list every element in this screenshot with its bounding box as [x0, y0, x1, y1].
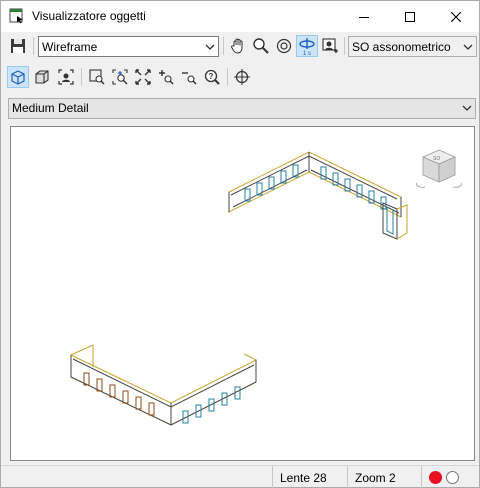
white-status-indicator[interactable] — [446, 471, 459, 484]
minimize-button[interactable] — [341, 1, 387, 32]
close-button[interactable] — [433, 1, 479, 32]
zoom-out-icon — [182, 72, 197, 85]
zoom-help-icon: ? — [204, 69, 220, 85]
status-bar: Lente 28 Zoom 2 — [1, 465, 479, 488]
maximize-button[interactable] — [387, 1, 433, 32]
pan-button[interactable] — [227, 35, 249, 57]
zoom-value: Zoom 2 — [355, 471, 396, 485]
capture-icon — [58, 69, 74, 85]
object-viewer-window: Visualizzatore oggetti Wireframe 1 s SO … — [0, 0, 480, 488]
detail-level-value: Medium Detail — [12, 101, 89, 115]
chevron-down-icon — [463, 44, 473, 50]
pan-icon — [231, 38, 243, 54]
zoom-icon — [253, 38, 269, 54]
viewcube-face-label: SO — [433, 156, 440, 162]
toolbar-separator — [344, 37, 345, 55]
free-orbit-button[interactable] — [273, 35, 295, 57]
indicator-cell — [421, 466, 479, 488]
toolbar-separator — [223, 37, 224, 55]
target-button[interactable] — [231, 66, 253, 88]
wall-model-upper — [228, 151, 408, 240]
svg-text:?: ? — [209, 72, 214, 81]
title-bar: Visualizzatore oggetti — [1, 1, 479, 32]
chevron-down-icon — [205, 44, 215, 50]
maximize-icon — [405, 11, 415, 22]
zoom-extents-button[interactable] — [132, 66, 154, 88]
orbit-constrained-icon: 1 s — [299, 38, 315, 56]
save-button[interactable] — [7, 35, 29, 57]
zoom-in-icon — [159, 70, 174, 85]
view-preset-dropdown[interactable]: SO assonometrico — [348, 36, 477, 57]
zoom-realtime-icon — [112, 69, 128, 85]
close-icon — [451, 11, 461, 22]
window-title: Visualizzatore oggetti — [32, 9, 146, 23]
object-viewer-icon — [9, 8, 23, 24]
main-toolbar: Wireframe 1 s SO assonometrico — [1, 34, 479, 60]
zoom-button[interactable] — [250, 35, 272, 57]
view-preset-value: SO assonometrico — [352, 40, 451, 54]
zoom-in-button[interactable] — [155, 66, 177, 88]
viewcube-button[interactable] — [7, 66, 29, 88]
camera-button[interactable] — [319, 35, 341, 57]
detail-level-dropdown[interactable]: Medium Detail — [8, 98, 476, 119]
view-toolbar: ? — [1, 65, 479, 91]
viewcube[interactable]: SO — [416, 149, 462, 188]
visual-style-value: Wireframe — [42, 40, 98, 54]
shaded-cube-button[interactable] — [31, 66, 53, 88]
capture-button[interactable] — [55, 66, 77, 88]
shaded-cube-icon — [35, 70, 49, 84]
zoom-status: Zoom 2 — [347, 466, 421, 488]
minimize-icon — [359, 16, 369, 18]
target-icon — [234, 69, 250, 85]
toolbar-separator — [33, 37, 34, 55]
lens-status: Lente 28 — [272, 466, 347, 488]
toolbar-separator — [227, 68, 228, 86]
zoom-help-button[interactable]: ? — [201, 66, 223, 88]
zoom-out-button[interactable] — [178, 66, 200, 88]
constrained-orbit-button[interactable]: 1 s — [296, 35, 318, 57]
model-canvas: SO — [70, 149, 462, 426]
toolbar-separator — [81, 68, 82, 86]
zoom-window-button[interactable] — [86, 66, 108, 88]
zoom-extents-icon — [135, 69, 151, 85]
chevron-down-icon — [462, 105, 472, 111]
zoom-realtime-button[interactable] — [109, 66, 131, 88]
viewcube-icon — [11, 70, 25, 85]
lens-value: Lente 28 — [280, 471, 327, 485]
save-icon — [11, 39, 25, 53]
3d-viewport[interactable]: SO — [10, 126, 475, 461]
camera-icon — [322, 38, 338, 53]
visual-style-dropdown[interactable]: Wireframe — [38, 36, 219, 57]
zoom-window-icon — [89, 69, 105, 85]
orbit-label: 1 s — [303, 51, 311, 56]
orbit-free-icon — [276, 38, 292, 54]
wall-model-lower — [70, 344, 257, 426]
red-status-indicator[interactable] — [429, 471, 442, 484]
